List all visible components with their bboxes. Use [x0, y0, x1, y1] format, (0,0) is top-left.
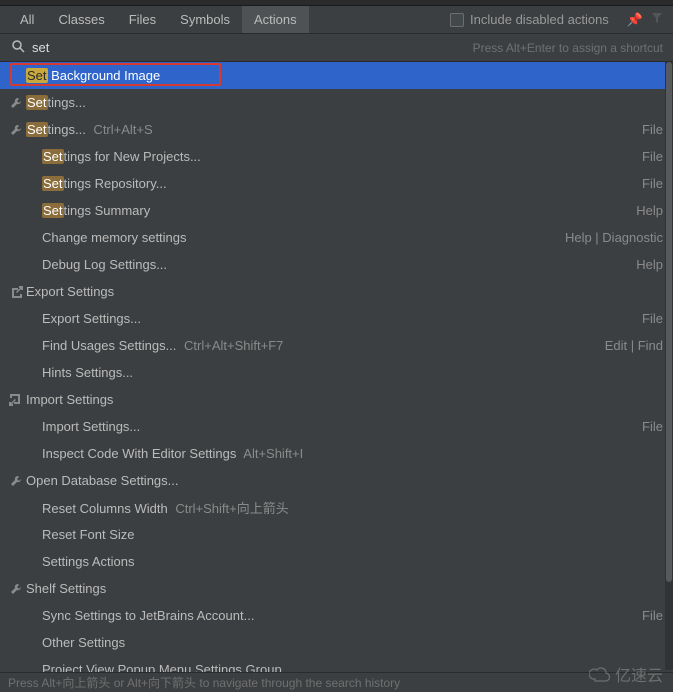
checkbox-icon [450, 13, 464, 27]
result-label: Set Background Image [24, 68, 160, 83]
result-context: File [642, 311, 663, 326]
result-label: Settings for New Projects... [24, 149, 201, 164]
result-label: Reset Columns Width Ctrl+Shift+向上箭头 [24, 498, 289, 517]
wrench-icon [8, 582, 24, 596]
shortcut-label: Ctrl+Alt+Shift+F7 [176, 338, 283, 353]
result-row[interactable]: Settings for New Projects... File [0, 143, 673, 170]
search-input[interactable] [26, 40, 473, 55]
wrench-icon [8, 123, 24, 137]
include-disabled-checkbox[interactable]: Include disabled actions [450, 12, 617, 27]
result-context: Help [636, 203, 663, 218]
result-label: Open Database Settings... [24, 473, 178, 488]
result-label: Change memory settings [24, 230, 187, 245]
import-icon [8, 393, 24, 407]
result-row[interactable]: Inspect Code With Editor Settings Alt+Sh… [0, 440, 673, 467]
result-row[interactable]: Import Settings... File [0, 413, 673, 440]
result-context: Help [636, 257, 663, 272]
result-row[interactable]: Reset Columns Width Ctrl+Shift+向上箭头 [0, 494, 673, 521]
shortcut-label: Alt+Shift+I [236, 446, 303, 461]
result-row[interactable]: Settings Repository... File [0, 170, 673, 197]
result-label: Settings... Ctrl+Alt+S [24, 122, 153, 137]
results-list: Set Background Image Settings... Settings.… [0, 62, 673, 683]
result-context: File [642, 608, 663, 623]
result-row[interactable]: Debug Log Settings... Help [0, 251, 673, 278]
result-label: Import Settings... [24, 419, 140, 434]
result-row[interactable]: Reset Font Size [0, 521, 673, 548]
result-row[interactable]: Shelf Settings [0, 575, 673, 602]
result-label: Settings Summary [24, 203, 150, 218]
scrollbar[interactable] [665, 62, 673, 670]
tab-classes[interactable]: Classes [46, 6, 116, 33]
result-label: Sync Settings to JetBrains Account... [24, 608, 254, 623]
result-row[interactable]: Settings Summary Help [0, 197, 673, 224]
search-row: Press Alt+Enter to assign a shortcut [0, 34, 673, 62]
result-context: File [642, 149, 663, 164]
tab-files[interactable]: Files [117, 6, 168, 33]
result-row[interactable]: Hints Settings... [0, 359, 673, 386]
result-row[interactable]: Change memory settings Help | Diagnostic [0, 224, 673, 251]
result-context: File [642, 176, 663, 191]
result-label: Settings Repository... [24, 176, 167, 191]
tab-actions[interactable]: Actions [242, 6, 309, 33]
result-label: Inspect Code With Editor Settings Alt+Sh… [24, 446, 303, 461]
result-row[interactable]: Settings... Ctrl+Alt+S File [0, 116, 673, 143]
shortcut-hint: Press Alt+Enter to assign a shortcut [473, 41, 663, 55]
scrollbar-thumb[interactable] [666, 62, 672, 582]
result-label: Import Settings [24, 392, 113, 407]
result-row[interactable]: Export Settings... File [0, 305, 673, 332]
result-label: Hints Settings... [24, 365, 133, 380]
shortcut-label: Ctrl+Shift+向上箭头 [168, 501, 289, 516]
pin-icon[interactable]: 📌 [627, 12, 643, 28]
result-row[interactable]: Import Settings [0, 386, 673, 413]
filter-icon[interactable] [651, 12, 663, 28]
result-label: Debug Log Settings... [24, 257, 167, 272]
result-label: Export Settings [24, 284, 114, 299]
shortcut-label: Ctrl+Alt+S [86, 122, 153, 137]
result-row[interactable]: Sync Settings to JetBrains Account... Fil… [0, 602, 673, 629]
wrench-icon [8, 96, 24, 110]
result-context: File [642, 122, 663, 137]
result-label: Settings... [24, 95, 86, 110]
result-row[interactable]: Find Usages Settings... Ctrl+Alt+Shift+F… [0, 332, 673, 359]
search-icon [10, 39, 26, 56]
result-label: Export Settings... [24, 311, 141, 326]
result-row[interactable]: Settings... [0, 89, 673, 116]
result-row[interactable]: Settings Actions [0, 548, 673, 575]
footer-hint: Press Alt+向上箭头 or Alt+向下箭头 to navigate t… [0, 672, 673, 692]
search-tabs: AllClassesFilesSymbolsActions Include di… [0, 6, 673, 34]
result-context: Edit | Find [605, 338, 663, 353]
result-context: File [642, 419, 663, 434]
result-row[interactable]: Open Database Settings... [0, 467, 673, 494]
result-row[interactable]: Other Settings [0, 629, 673, 656]
result-label: Find Usages Settings... Ctrl+Alt+Shift+F… [24, 338, 283, 353]
result-row[interactable]: Export Settings [0, 278, 673, 305]
result-label: Settings Actions [24, 554, 135, 569]
result-row[interactable]: Set Background Image [0, 62, 673, 89]
wrench-icon [8, 474, 24, 488]
result-label: Other Settings [24, 635, 125, 650]
tab-all[interactable]: All [8, 6, 46, 33]
result-context: Help | Diagnostic [565, 230, 663, 245]
result-label: Reset Font Size [24, 527, 135, 542]
tab-symbols[interactable]: Symbols [168, 6, 242, 33]
include-disabled-label: Include disabled actions [470, 12, 609, 27]
result-label: Shelf Settings [24, 581, 106, 596]
export-icon [8, 285, 24, 299]
